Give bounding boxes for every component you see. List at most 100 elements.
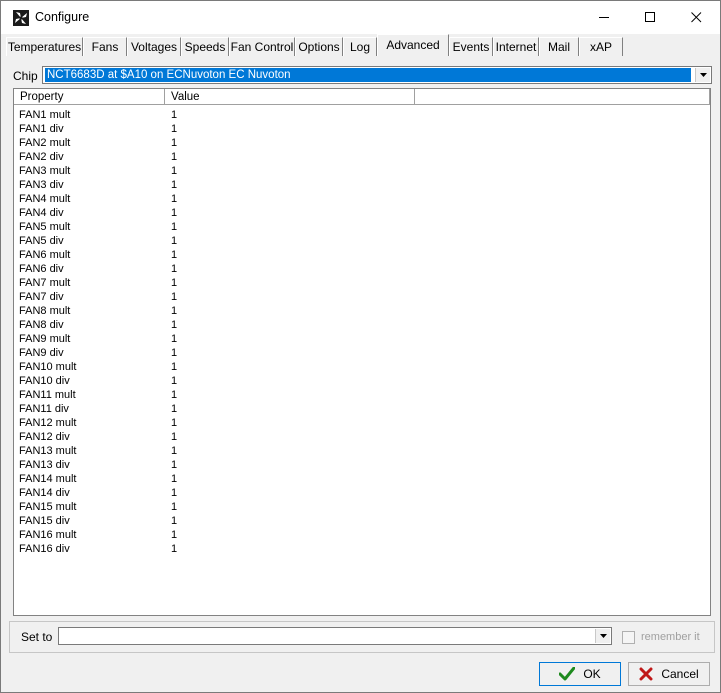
tab-label: Fan Control (230, 40, 294, 54)
set-to-group: Set to remember it (9, 621, 715, 653)
property-cell: FAN13 div (19, 459, 70, 471)
table-row[interactable]: FAN14 mult 1 (14, 472, 414, 486)
tab-events[interactable]: Events (449, 37, 493, 56)
tab-label: Speeds (184, 40, 226, 54)
table-row[interactable]: FAN16 div 1 (14, 542, 414, 556)
property-cell: FAN8 div (19, 319, 64, 331)
value-cell: 1 (171, 263, 178, 275)
property-list[interactable]: Property Value FAN1 mult 1 FAN1 div 1 FAN2 m… (13, 88, 711, 616)
value-cell: 1 (171, 123, 178, 135)
table-row[interactable]: FAN11 div 1 (14, 402, 414, 416)
value-cell: 1 (171, 193, 178, 205)
table-row[interactable]: FAN1 mult 1 (14, 108, 414, 122)
property-cell: FAN14 div (19, 487, 70, 499)
title-bar[interactable]: Configure (1, 1, 720, 34)
x-mark-icon (639, 667, 653, 681)
value-cell: 1 (171, 375, 178, 387)
table-row[interactable]: FAN10 div 1 (14, 374, 414, 388)
close-icon (690, 12, 701, 23)
table-row[interactable]: FAN16 mult 1 (14, 528, 414, 542)
set-to-dropdown-button[interactable] (595, 629, 610, 643)
remember-it-checkbox[interactable]: remember it (622, 630, 700, 644)
close-button[interactable] (673, 1, 719, 34)
chip-label: Chip (13, 69, 38, 83)
table-row[interactable]: FAN6 div 1 (14, 262, 414, 276)
property-cell: FAN5 mult (19, 221, 71, 233)
value-cell: 1 (171, 179, 178, 191)
table-row[interactable]: FAN2 div 1 (14, 150, 414, 164)
column-header-empty (415, 89, 710, 105)
maximize-button[interactable] (627, 1, 673, 34)
table-row[interactable]: FAN1 div 1 (14, 122, 414, 136)
cancel-button[interactable]: Cancel (628, 662, 710, 686)
remember-it-label: remember it (641, 631, 700, 643)
table-row[interactable]: FAN2 mult 1 (14, 136, 414, 150)
minimize-icon (598, 17, 609, 18)
value-cell: 1 (171, 543, 178, 555)
configure-window: Configure Temperatures Fans Voltages Spe… (0, 0, 721, 693)
tab-xap[interactable]: xAP (579, 37, 623, 56)
property-cell: FAN9 div (19, 347, 64, 359)
tab-label: Fans (91, 40, 119, 54)
tab-options[interactable]: Options (295, 37, 343, 56)
value-cell: 1 (171, 403, 178, 415)
set-to-dropdown[interactable] (58, 627, 612, 645)
value-cell: 1 (171, 291, 178, 303)
tab-fan-control[interactable]: Fan Control (229, 37, 295, 56)
table-row[interactable]: FAN3 mult 1 (14, 164, 414, 178)
table-row[interactable]: FAN4 mult 1 (14, 192, 414, 206)
tab-temperatures[interactable]: Temperatures (6, 37, 83, 56)
property-cell: FAN13 mult (19, 445, 77, 457)
column-header-value[interactable]: Value (165, 89, 415, 105)
table-row[interactable]: FAN5 mult 1 (14, 220, 414, 234)
ok-button[interactable]: OK (539, 662, 621, 686)
table-row[interactable]: FAN8 mult 1 (14, 304, 414, 318)
tab-mail[interactable]: Mail (539, 37, 579, 56)
value-cell: 1 (171, 473, 178, 485)
tab-advanced[interactable]: Advanced (377, 34, 449, 56)
value-cell: 1 (171, 529, 178, 541)
table-row[interactable]: FAN12 div 1 (14, 430, 414, 444)
table-row[interactable]: FAN7 div 1 (14, 290, 414, 304)
property-cell: FAN10 mult (19, 361, 77, 373)
property-cell: FAN9 mult (19, 333, 71, 345)
value-cell: 1 (171, 515, 178, 527)
property-cell: FAN1 div (19, 123, 64, 135)
value-cell: 1 (171, 109, 178, 121)
table-row[interactable]: FAN7 mult 1 (14, 276, 414, 290)
tab-internet[interactable]: Internet (493, 37, 539, 56)
table-row[interactable]: FAN9 mult 1 (14, 332, 414, 346)
tab-speeds[interactable]: Speeds (181, 37, 229, 56)
chevron-down-icon (699, 73, 707, 77)
table-row[interactable]: FAN14 div 1 (14, 486, 414, 500)
table-row[interactable]: FAN13 div 1 (14, 458, 414, 472)
tab-label: Internet (495, 40, 537, 54)
table-row[interactable]: FAN10 mult 1 (14, 360, 414, 374)
tab-log[interactable]: Log (343, 37, 377, 56)
chip-dropdown-button[interactable] (695, 68, 710, 82)
value-cell: 1 (171, 319, 178, 331)
property-cell: FAN1 mult (19, 109, 71, 121)
chip-dropdown[interactable]: NCT6683D at $A10 on ECNuvoton EC Nuvoton (42, 66, 712, 84)
value-cell: 1 (171, 487, 178, 499)
table-row[interactable]: FAN3 div 1 (14, 178, 414, 192)
table-row[interactable]: FAN4 div 1 (14, 206, 414, 220)
minimize-button[interactable] (581, 1, 627, 34)
table-row[interactable]: FAN11 mult 1 (14, 388, 414, 402)
table-row[interactable]: FAN12 mult 1 (14, 416, 414, 430)
table-row[interactable]: FAN15 mult 1 (14, 500, 414, 514)
table-row[interactable]: FAN15 div 1 (14, 514, 414, 528)
column-header-property[interactable]: Property (14, 89, 165, 105)
value-cell: 1 (171, 459, 178, 471)
table-row[interactable]: FAN9 div 1 (14, 346, 414, 360)
tab-voltages[interactable]: Voltages (127, 37, 181, 56)
table-row[interactable]: FAN5 div 1 (14, 234, 414, 248)
checkbox-box[interactable] (622, 630, 635, 644)
property-cell: FAN3 div (19, 179, 64, 191)
property-cell: FAN8 mult (19, 305, 71, 317)
tab-fans[interactable]: Fans (83, 37, 127, 56)
checkmark-icon (559, 667, 576, 681)
table-row[interactable]: FAN13 mult 1 (14, 444, 414, 458)
table-row[interactable]: FAN6 mult 1 (14, 248, 414, 262)
table-row[interactable]: FAN8 div 1 (14, 318, 414, 332)
